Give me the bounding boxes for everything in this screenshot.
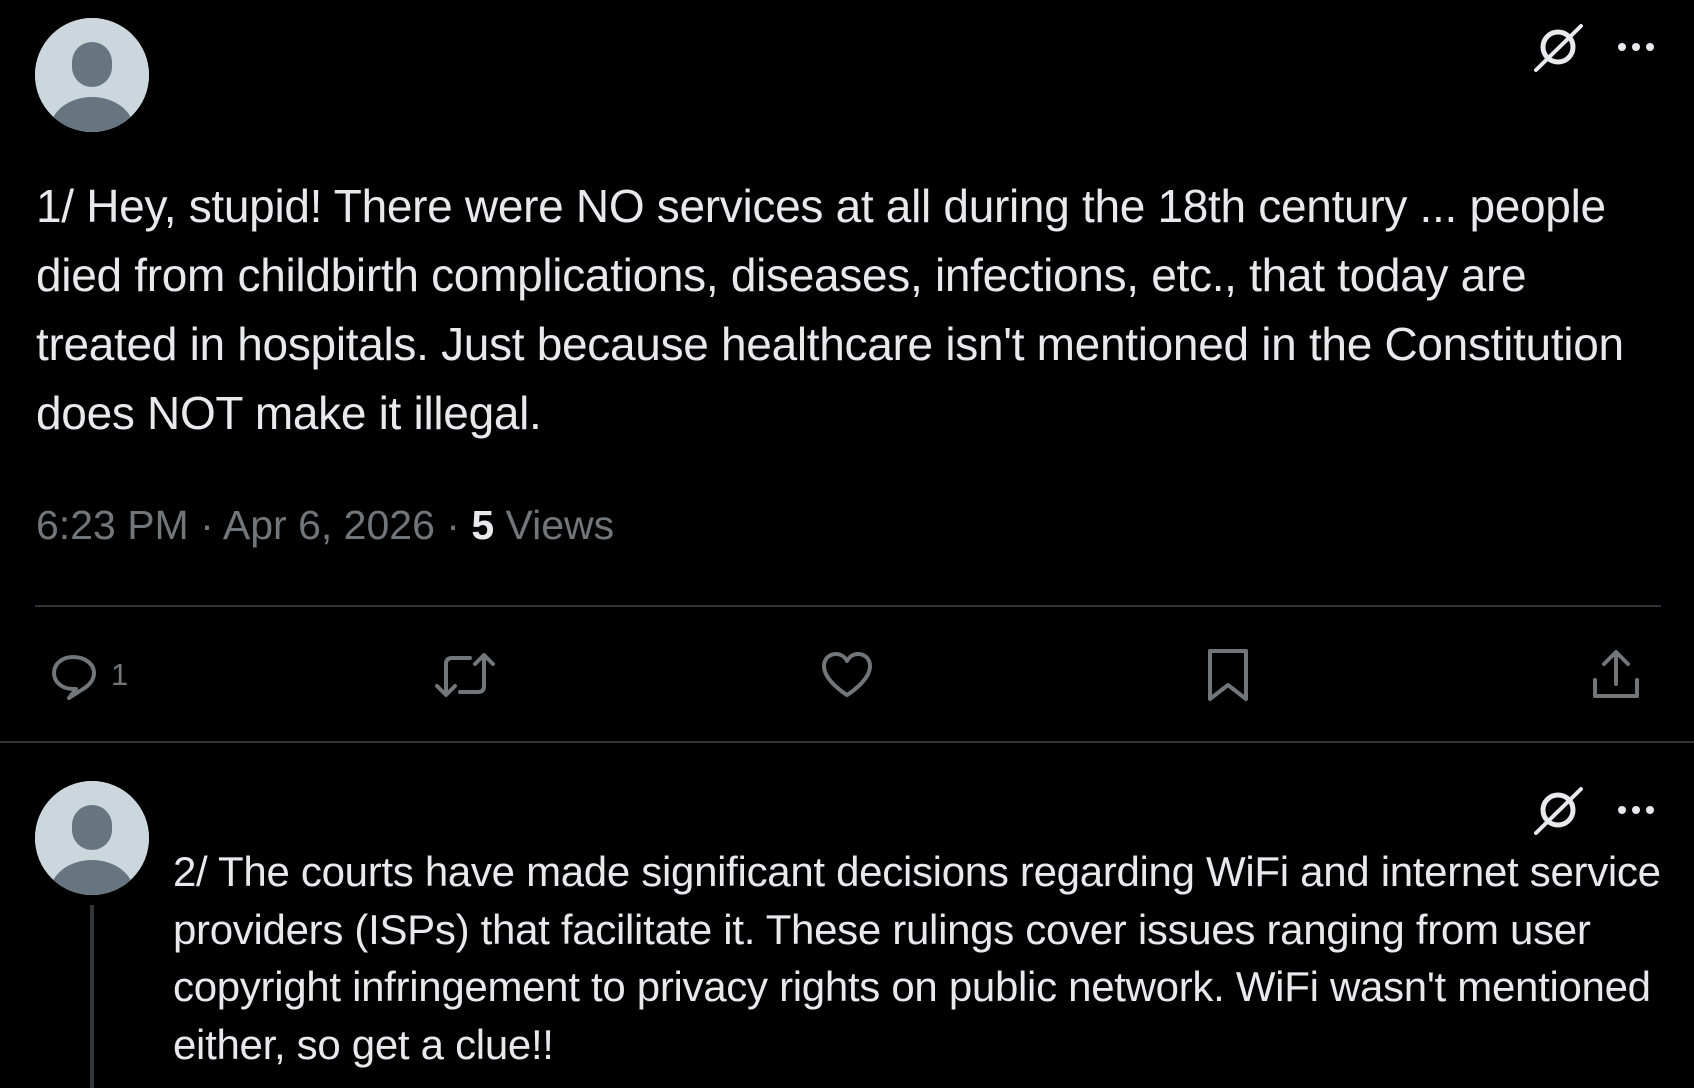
retweet-button[interactable] <box>432 640 498 710</box>
reply-button[interactable]: 1 <box>49 640 128 710</box>
share-button[interactable] <box>1590 640 1642 710</box>
like-icon <box>822 652 872 697</box>
tweet-1[interactable]: 1/ Hey, stupid! There were NO services a… <box>0 0 1694 743</box>
tweet-time[interactable]: 6:23 PM <box>36 502 189 548</box>
views-label[interactable]: Views <box>494 502 615 548</box>
thread-connector-line <box>90 905 94 1088</box>
tweet-header-actions <box>1530 18 1656 76</box>
meta-separator: · <box>188 502 223 548</box>
grok-icon[interactable] <box>1530 781 1588 839</box>
tweet-text: 1/ Hey, stupid! There were NO services a… <box>36 180 1624 439</box>
like-button[interactable] <box>820 640 874 710</box>
meta-separator: · <box>434 502 472 548</box>
action-bar: 1 <box>35 640 1661 710</box>
default-avatar-icon <box>35 18 149 132</box>
reply-icon <box>52 655 96 700</box>
tweet-metadata: 6:23 PM · Apr 6, 2026 · 5 Views <box>36 497 614 553</box>
divider <box>35 605 1661 607</box>
views-count[interactable]: 5 <box>471 502 494 548</box>
grok-icon[interactable] <box>1530 18 1588 76</box>
more-icon[interactable] <box>1616 804 1656 816</box>
tweet-text: 2/ The courts have made significant deci… <box>173 848 1661 1068</box>
tweet-header-actions <box>1530 781 1656 839</box>
reply-count: 1 <box>111 657 129 692</box>
more-icon[interactable] <box>1616 41 1656 53</box>
share-icon <box>1593 650 1639 698</box>
avatar[interactable] <box>35 18 149 132</box>
default-avatar-icon <box>35 781 149 895</box>
avatar[interactable] <box>35 781 149 895</box>
retweet-icon <box>435 653 495 697</box>
tweet-date[interactable]: Apr 6, 2026 <box>223 502 435 548</box>
bookmark-button[interactable] <box>1205 640 1251 710</box>
bookmark-icon <box>1208 649 1248 701</box>
